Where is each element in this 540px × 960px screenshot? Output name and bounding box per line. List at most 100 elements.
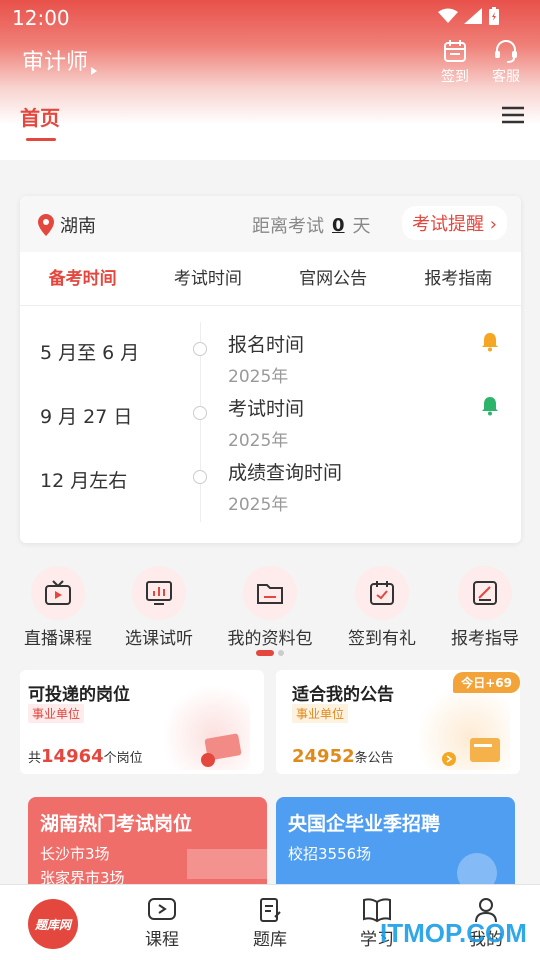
status-icons bbox=[438, 7, 500, 25]
info-card-title: 可投递的岗位 bbox=[28, 685, 130, 705]
count-prefix: 共 bbox=[28, 751, 42, 766]
page-indicator bbox=[256, 650, 284, 656]
timeline-year: 2025年 bbox=[228, 495, 289, 515]
count-number: 24952 bbox=[292, 746, 355, 767]
exam-countdown: 距离考试 0 天 bbox=[252, 212, 371, 238]
promo-title: 央国企毕业季招聘 bbox=[288, 813, 441, 835]
nav-label: 题库 bbox=[253, 930, 287, 950]
exam-selector[interactable]: 审计师 bbox=[22, 44, 98, 76]
tab-official-notice[interactable]: 官网公告 bbox=[271, 252, 396, 305]
countdown-days: 0 bbox=[332, 214, 345, 236]
customer-service-button[interactable]: 客服 bbox=[484, 38, 528, 86]
count-suffix: 条公告 bbox=[354, 751, 394, 766]
soe-graduate-recruitment-banner[interactable]: 央国企毕业季招聘 校招3556场 bbox=[276, 797, 515, 892]
tab-exam-time[interactable]: 考试时间 bbox=[145, 252, 270, 305]
timeline-item: 5 月至 6 月 报名时间 2025年 bbox=[20, 308, 521, 387]
quick-link-course-preview[interactable]: 选课试听 bbox=[109, 566, 209, 649]
timeline-item: 12 月左右 成绩查询时间 2025年 bbox=[20, 436, 521, 515]
promo-title: 湖南热门考试岗位 bbox=[40, 813, 193, 835]
quick-link-live-course[interactable]: 直播课程 bbox=[8, 566, 108, 649]
exam-info-card: 湖南 距离考试 0 天 考试提醒 › 备考时间 考试时间 官网公告 报考指南 5… bbox=[20, 196, 521, 543]
bell-icon[interactable] bbox=[481, 332, 499, 352]
live-tv-icon bbox=[45, 580, 71, 605]
exam-card-header: 湖南 距离考试 0 天 考试提醒 › bbox=[20, 196, 521, 252]
signal-icon bbox=[464, 8, 482, 24]
info-card-tag: 事业单位 bbox=[28, 704, 85, 723]
quick-link-label: 报考指导 bbox=[451, 629, 519, 649]
timeline-dot bbox=[193, 470, 207, 484]
tab-home[interactable]: 首页 bbox=[20, 102, 60, 131]
folder-stack-icon bbox=[470, 738, 500, 762]
logo-icon[interactable]: 题库网 bbox=[28, 899, 78, 949]
info-card-count: 共14964个岗位 bbox=[28, 746, 143, 767]
guide-icon bbox=[473, 581, 497, 605]
promo-line: 校招3556场 bbox=[288, 845, 372, 863]
timeline-dot bbox=[193, 406, 207, 420]
status-bar: 12:00 bbox=[0, 0, 540, 36]
timeline-title: 成绩查询时间 bbox=[228, 462, 343, 484]
exam-card-tabs: 备考时间 考试时间 官网公告 报考指南 bbox=[20, 252, 521, 306]
quick-link-label: 我的资料包 bbox=[227, 629, 313, 649]
nav-row: 首页 bbox=[0, 96, 540, 144]
customer-service-label: 客服 bbox=[492, 69, 520, 85]
info-card-tag: 事业单位 bbox=[292, 704, 349, 723]
battery-icon bbox=[489, 7, 499, 25]
page-dot bbox=[278, 650, 284, 656]
info-card-count: 24952条公告 bbox=[292, 746, 394, 767]
nav-label: 课程 bbox=[145, 930, 179, 950]
quick-link-label: 签到有礼 bbox=[348, 629, 416, 649]
count-number: 14964 bbox=[41, 746, 104, 767]
timeline-dot bbox=[193, 342, 207, 356]
hunan-hot-positions-banner[interactable]: 湖南热门考试岗位 长沙市3场 张家界市3场 bbox=[28, 797, 267, 892]
location-label: 湖南 bbox=[60, 216, 96, 237]
quick-link-icon-bg bbox=[243, 566, 297, 620]
app-title: 审计师 bbox=[22, 50, 89, 75]
location-selector[interactable]: 湖南 bbox=[38, 212, 96, 238]
promo-decor bbox=[187, 849, 267, 879]
quick-link-my-materials[interactable]: 我的资料包 bbox=[220, 566, 320, 649]
promo-line: 长沙市3场 bbox=[40, 845, 110, 863]
countdown-prefix: 距离考试 bbox=[252, 216, 324, 237]
chevron-right-icon: › bbox=[489, 214, 497, 235]
nav-question-bank[interactable]: 题库 bbox=[230, 897, 310, 950]
quick-link-registration-guide[interactable]: 报考指导 bbox=[435, 566, 535, 649]
bell-icon[interactable] bbox=[481, 396, 499, 416]
top-bar: 审计师 签到 客服 bbox=[0, 38, 540, 85]
exam-timeline: 5 月至 6 月 报名时间 2025年 9 月 27 日 考试时间 2025年 … bbox=[20, 308, 521, 538]
page-dot-active bbox=[256, 650, 274, 656]
quick-link-label: 选课试听 bbox=[125, 629, 193, 649]
tab-prep-time[interactable]: 备考时间 bbox=[20, 252, 145, 305]
timeline-date: 12 月左右 bbox=[40, 470, 128, 492]
calendar-check-icon bbox=[370, 581, 394, 605]
checkin-button[interactable]: 签到 bbox=[433, 38, 477, 86]
arrow-circle-icon bbox=[442, 752, 456, 766]
course-preview-icon bbox=[146, 581, 172, 605]
play-icon bbox=[148, 898, 176, 920]
tab-registration-guide[interactable]: 报考指南 bbox=[396, 252, 521, 305]
nav-course[interactable]: 课程 bbox=[122, 897, 202, 950]
headset-icon bbox=[495, 40, 517, 63]
status-time: 12:00 bbox=[12, 6, 70, 30]
timeline-item: 9 月 27 日 考试时间 2025年 bbox=[20, 372, 521, 451]
count-suffix: 个岗位 bbox=[103, 751, 143, 766]
quick-link-icon-bg bbox=[355, 566, 409, 620]
quick-link-checkin-gift[interactable]: 签到有礼 bbox=[332, 566, 432, 649]
id-card-icon bbox=[201, 733, 242, 767]
available-positions-card[interactable]: 可投递的岗位 事业单位 共14964个岗位 bbox=[20, 670, 264, 774]
menu-icon[interactable] bbox=[500, 104, 526, 126]
location-pin-icon bbox=[38, 214, 54, 236]
quick-link-icon-bg bbox=[458, 566, 512, 620]
watermark-text: ITMOP.COM bbox=[380, 918, 527, 948]
timeline-title: 考试时间 bbox=[228, 398, 305, 420]
timeline-date: 5 月至 6 月 bbox=[40, 342, 140, 364]
quick-link-icon-bg bbox=[31, 566, 85, 620]
info-card-title: 适合我的公告 bbox=[292, 685, 394, 705]
matching-announcements-card[interactable]: 今日+69 适合我的公告 事业单位 24952条公告 bbox=[276, 670, 520, 774]
quick-links: 直播课程 选课试听 我的资料包 签到有礼 报考指导 bbox=[0, 566, 540, 649]
checkin-label: 签到 bbox=[441, 69, 469, 85]
countdown-suffix: 天 bbox=[352, 216, 371, 237]
tab-underline bbox=[26, 138, 56, 141]
quick-link-icon-bg bbox=[132, 566, 186, 620]
exam-reminder-button[interactable]: 考试提醒 › bbox=[402, 206, 507, 240]
timeline-date: 9 月 27 日 bbox=[40, 406, 133, 428]
